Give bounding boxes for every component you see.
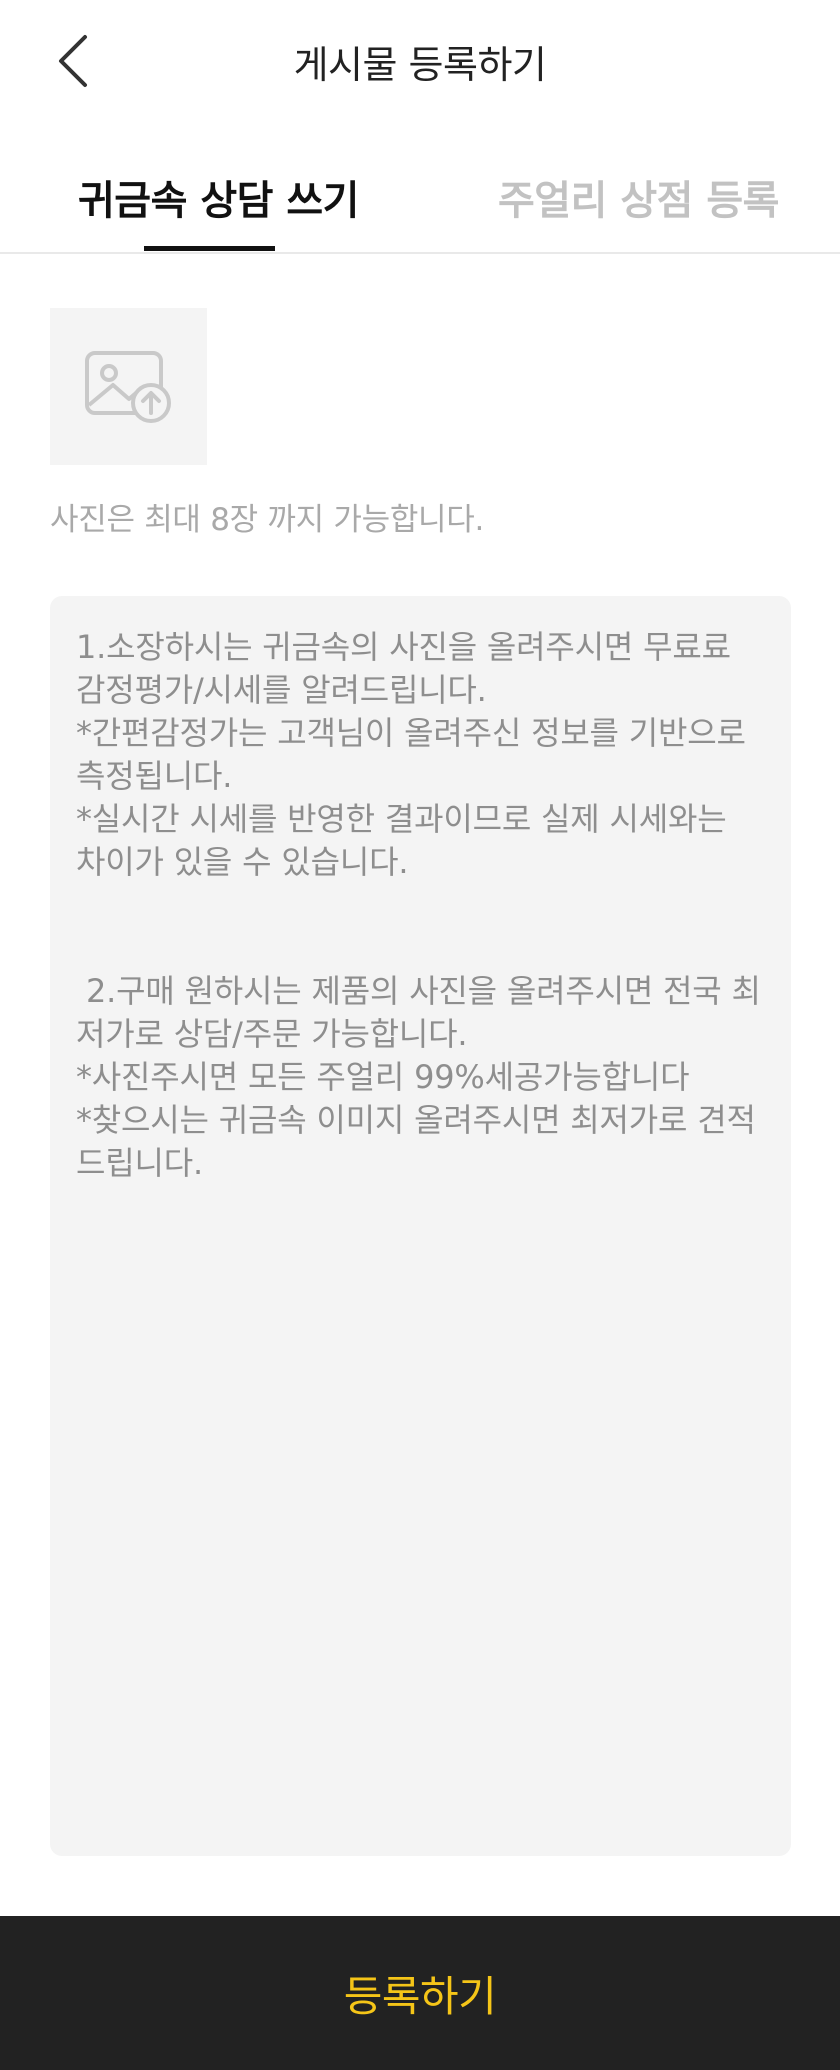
image-upload-icon: [84, 350, 171, 423]
content-placeholder: 1.소장하시는 귀금속의 사진을 올려주시면 무료료 감정평가/시세를 알려드립…: [76, 628, 761, 1182]
page-title: 게시물 등록하기: [293, 43, 547, 87]
photo-upload-button[interactable]: [50, 308, 207, 465]
content-textarea[interactable]: 1.소장하시는 귀금속의 사진을 올려주시면 무료료 감정평가/시세를 알려드립…: [50, 596, 791, 1856]
submit-button[interactable]: 등록하기: [0, 1916, 840, 2070]
photo-limit-hint: 사진은 최대 8장 까지 가능합니다.: [50, 502, 485, 538]
submit-label: 등록하기: [343, 1971, 497, 2021]
page: 게시물 등록하기 귀금속 상담 쓰기 주얼리 상점 등록 사진은 최대 8장 까…: [0, 0, 840, 2070]
tab-bar: 귀금속 상담 쓰기 주얼리 상점 등록: [0, 122, 840, 254]
app-header: 게시물 등록하기: [0, 0, 840, 122]
tab-shop-register[interactable]: 주얼리 상점 등록: [498, 168, 779, 226]
tab-consultation[interactable]: 귀금속 상담 쓰기: [78, 168, 359, 226]
active-tab-indicator: [144, 246, 275, 251]
